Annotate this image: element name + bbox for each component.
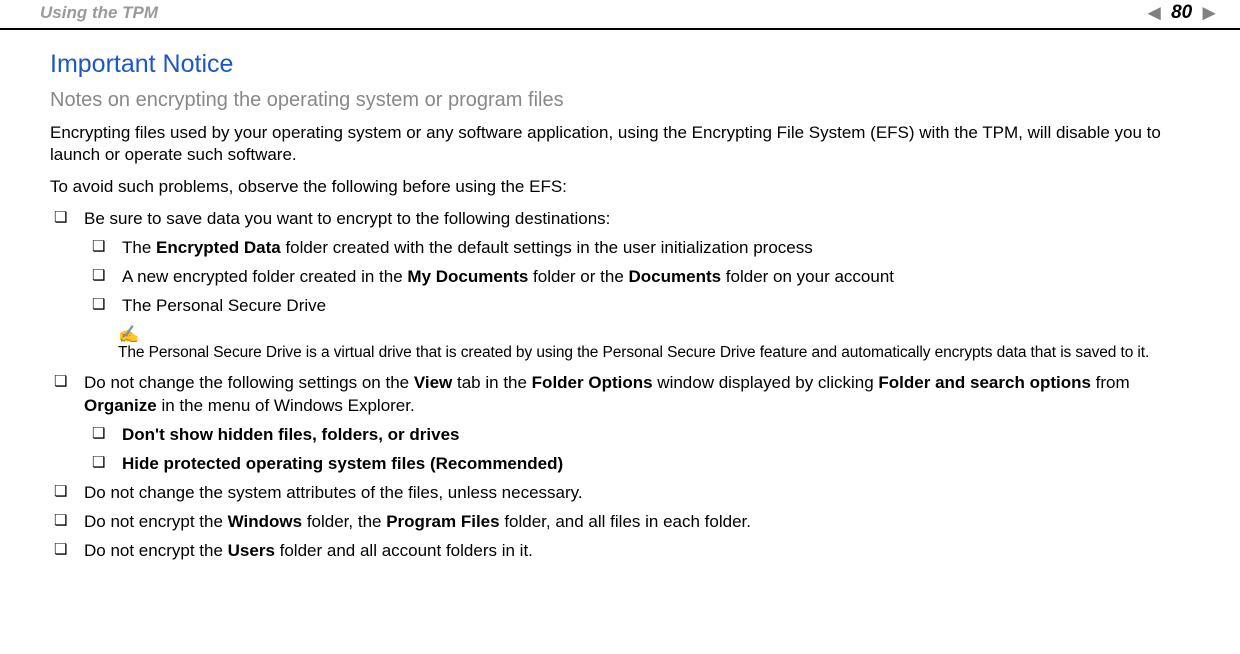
intro-paragraph-2: To avoid such problems, observe the foll…	[50, 176, 1190, 198]
nav-prev-icon[interactable]: ◄	[1143, 2, 1165, 24]
section-subtitle: Notes on encrypting the operating system…	[50, 89, 1190, 112]
note-text: The Personal Secure Drive is a virtual d…	[118, 343, 1190, 364]
nested-list: Don't show hidden files, folders, or dri…	[84, 424, 1190, 476]
section-title: Important Notice	[50, 50, 1190, 79]
page-number: 80	[1171, 2, 1192, 24]
list-item: Hide protected operating system files (R…	[88, 453, 1190, 476]
nested-list: The Encrypted Data folder created with t…	[84, 237, 1190, 318]
list-item: Do not encrypt the Windows folder, the P…	[50, 511, 1190, 534]
list-item: Do not encrypt the Users folder and all …	[50, 540, 1190, 563]
intro-paragraph-1: Encrypting files used by your operating …	[50, 122, 1190, 166]
list-item: Don't show hidden files, folders, or dri…	[88, 424, 1190, 447]
breadcrumb: Using the TPM	[40, 3, 158, 23]
list-item: Be sure to save data you want to encrypt…	[50, 208, 1190, 364]
list-item: The Personal Secure Drive	[88, 295, 1190, 318]
list-item: Do not change the following settings on …	[50, 372, 1190, 476]
note-block: ✍ The Personal Secure Drive is a virtual…	[118, 326, 1190, 364]
nav-next-icon[interactable]: ►	[1198, 2, 1220, 24]
list-item: The Encrypted Data folder created with t…	[88, 237, 1190, 260]
note-icon: ✍	[118, 326, 1190, 343]
list-item: Do not change the system attributes of t…	[50, 482, 1190, 505]
list-text: Be sure to save data you want to encrypt…	[84, 209, 610, 228]
main-list: Be sure to save data you want to encrypt…	[50, 208, 1190, 562]
page-nav: ◄ 80 ►	[1143, 2, 1220, 24]
page-content: Important Notice Notes on encrypting the…	[0, 30, 1240, 563]
list-item: A new encrypted folder created in the My…	[88, 266, 1190, 289]
page-header: Using the TPM ◄ 80 ►	[0, 0, 1240, 30]
